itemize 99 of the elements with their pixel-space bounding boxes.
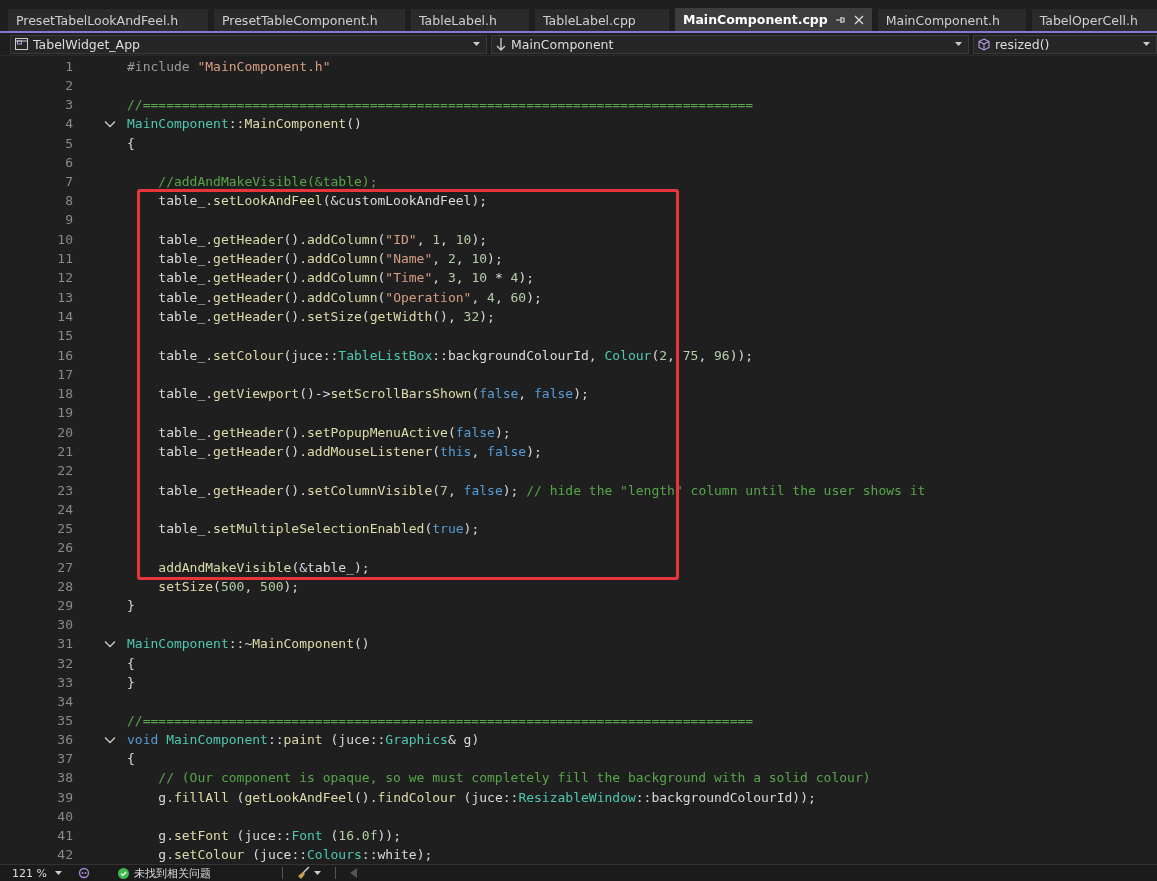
code-line: { bbox=[127, 655, 135, 671]
code-line: table_.getHeader().addColumn("Name", 2, 10); bbox=[157, 251, 503, 266]
line-number: 36 bbox=[56, 732, 73, 748]
code-line: table_.setMultipleSelectionEnabled(true); bbox=[157, 521, 480, 537]
close-icon[interactable] bbox=[853, 14, 864, 25]
line-number: 39 bbox=[56, 789, 73, 805]
project-icon bbox=[15, 38, 28, 50]
cleanup-button[interactable] bbox=[297, 867, 321, 879]
file-tab[interactable]: TableLabel.h bbox=[411, 9, 529, 31]
file-tab[interactable]: MainComponent.h bbox=[877, 9, 1026, 31]
zoom-dropdown[interactable]: 121 % bbox=[12, 866, 68, 880]
line-number: 15 bbox=[56, 328, 73, 344]
caret-icon bbox=[1143, 42, 1150, 46]
line-number: 3 bbox=[64, 97, 73, 113]
code-line: MainComponent::~MainComponent() bbox=[127, 636, 370, 652]
caret-icon bbox=[54, 871, 62, 875]
code-line: #include "MainComponent.h" bbox=[127, 59, 331, 75]
file-tab[interactable]: PresetTabelLookAndFeel.h bbox=[8, 9, 208, 31]
code-line: table_.getHeader().addColumn("Operation", 4, 60); bbox=[157, 289, 542, 305]
code-line: g.fillAll (getLookAndFeel().findColour (juce::ResizableWindow::backgroundColourId)); bbox=[157, 789, 816, 805]
project-dropdown[interactable]: TabelWidget_App bbox=[10, 34, 487, 54]
line-number: 10 bbox=[56, 231, 73, 247]
code-line: setSize(500, 500); bbox=[157, 579, 300, 594]
line-number: 1 bbox=[64, 59, 73, 75]
pin-icon[interactable] bbox=[834, 14, 845, 25]
code-line: table_.setLookAndFeel(&customLookAndFeel); bbox=[157, 193, 488, 209]
line-number: 18 bbox=[56, 386, 73, 402]
code-line: table_.getViewport()->setScrollBarsShown(false, false); bbox=[157, 386, 589, 402]
chevron-down-icon[interactable] bbox=[104, 639, 116, 648]
line-number: 7 bbox=[64, 173, 73, 189]
code-line: addAndMakeVisible(&table_); bbox=[157, 559, 370, 575]
line-number: 32 bbox=[56, 655, 73, 671]
line-number: 34 bbox=[56, 693, 73, 709]
line-number: 33 bbox=[56, 674, 73, 690]
line-number: 17 bbox=[56, 366, 73, 382]
line-number: 13 bbox=[56, 289, 73, 305]
line-number: 20 bbox=[56, 424, 73, 440]
code-line: table_.setColour(juce::TableListBox::backgroundColourId, Colour(2, 75, 96)); bbox=[157, 347, 754, 363]
line-number: 38 bbox=[56, 770, 73, 786]
code-line: table_.getHeader().addMouseListener(this, false); bbox=[157, 444, 542, 459]
code-line: // (Our component is opaque, so we must completely fill the background with a solid colour) bbox=[157, 770, 871, 786]
chevron-down-icon[interactable] bbox=[104, 735, 116, 744]
line-number: 42 bbox=[56, 846, 73, 862]
code-line: } bbox=[127, 674, 135, 690]
line-number: 30 bbox=[56, 617, 73, 633]
code-line: table_.getHeader().addColumn("Time", 3, 10 * 4); bbox=[157, 270, 535, 286]
line-number: 24 bbox=[56, 501, 73, 517]
code-line: MainComponent::MainComponent() bbox=[127, 116, 362, 132]
file-tab[interactable]: TableLabel.cpp bbox=[535, 9, 669, 31]
caret-icon bbox=[955, 42, 962, 46]
line-number: 28 bbox=[56, 579, 73, 594]
line-number: 35 bbox=[56, 712, 73, 728]
line-number: 11 bbox=[56, 251, 73, 266]
scope-dropdown[interactable]: MainComponent bbox=[491, 34, 969, 54]
line-number: 2 bbox=[64, 78, 73, 94]
line-number: 12 bbox=[56, 270, 73, 286]
line-number: 29 bbox=[56, 598, 73, 614]
code-line: { bbox=[127, 135, 135, 151]
line-number: 40 bbox=[56, 808, 73, 824]
code-line: //addAndMakeVisible(&table); bbox=[157, 173, 378, 189]
line-number: 6 bbox=[64, 154, 73, 170]
code-line: void MainComponent::paint (juce::Graphics& g) bbox=[127, 732, 480, 748]
line-number: 5 bbox=[64, 135, 73, 151]
code-line: table_.getHeader().setPopupMenuActive(false); bbox=[157, 424, 511, 440]
line-number: 25 bbox=[56, 521, 73, 537]
line-number: 41 bbox=[56, 827, 73, 843]
line-number: 14 bbox=[56, 308, 73, 324]
brush-icon bbox=[297, 867, 310, 879]
code-line: table_.getHeader().setSize(getWidth(), 32); bbox=[157, 308, 495, 324]
line-number: 16 bbox=[56, 347, 73, 363]
member-dropdown[interactable]: resized() bbox=[973, 34, 1157, 54]
code-line: g.setFont (juce::Font (16.0f)); bbox=[157, 827, 401, 843]
file-tab[interactable]: PresetTableComponent.h bbox=[214, 9, 405, 31]
file-tab[interactable]: TabelOperCell.h bbox=[1031, 9, 1157, 31]
code-line: { bbox=[127, 751, 135, 767]
line-number: 23 bbox=[56, 482, 73, 498]
chevron-down-icon[interactable] bbox=[104, 120, 116, 128]
line-number: 31 bbox=[56, 636, 73, 652]
down-arrow-icon bbox=[496, 37, 506, 51]
code-line: table_.getHeader().addColumn("ID", 1, 10); bbox=[157, 231, 488, 247]
code-line: g.setColour (juce::Colours::white); bbox=[157, 846, 433, 862]
cube-icon bbox=[978, 37, 990, 51]
line-number: 19 bbox=[56, 405, 73, 421]
line-number: 37 bbox=[56, 751, 73, 767]
caret-icon bbox=[473, 42, 480, 46]
line-number: 26 bbox=[56, 540, 73, 556]
line-number: 9 bbox=[64, 212, 73, 228]
file-tab[interactable]: MainComponent.cpp bbox=[675, 8, 872, 31]
line-number: 27 bbox=[56, 559, 73, 575]
line-number: 21 bbox=[56, 444, 73, 459]
code-line: //============================================================================== bbox=[127, 97, 754, 113]
line-number: 8 bbox=[64, 193, 73, 209]
code-line: } bbox=[127, 598, 135, 614]
check-circle-icon bbox=[118, 867, 129, 879]
issues-status[interactable]: 未找到相关问题 bbox=[118, 865, 268, 881]
code-line: //============================================================================== bbox=[127, 712, 754, 728]
line-number: 4 bbox=[64, 116, 73, 132]
caret-icon bbox=[314, 871, 321, 875]
line-number: 22 bbox=[56, 463, 73, 479]
